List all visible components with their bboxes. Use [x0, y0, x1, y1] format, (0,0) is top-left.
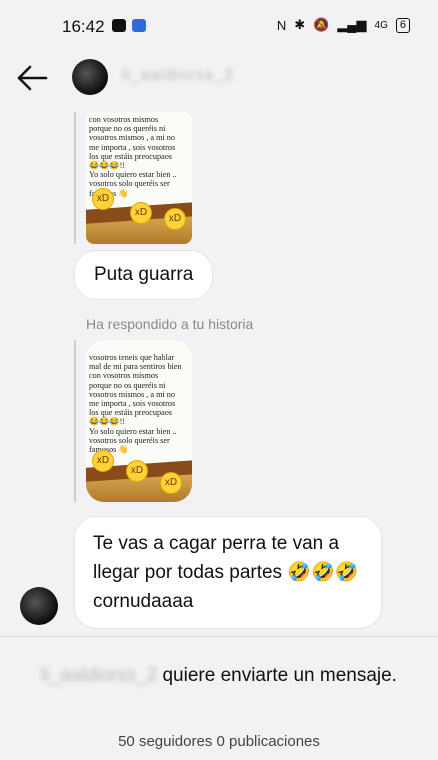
replied-to-story-label: Ha respondido a tu historia: [86, 316, 254, 332]
signal-icon: ▂▄▆: [337, 17, 367, 32]
bluetooth-icon: ✱: [294, 17, 306, 32]
story-thumbnail[interactable]: con vosotros mismos porque no os queréis…: [86, 112, 192, 244]
status-bar: 16:42 N ✱ 🔕 ▂▄▆ 4G 6: [0, 0, 438, 52]
sender-avatar[interactable]: [20, 587, 58, 625]
story-reply[interactable]: con vosotros mismos porque no os queréis…: [74, 112, 192, 244]
message-request-text: li_aaldiorss_2 quiere enviarte un mensaj…: [0, 660, 438, 692]
status-time: 16:42: [62, 17, 105, 36]
chat-username[interactable]: li_aaldiorss_2: [122, 67, 234, 85]
signal-4g-icon: 4G: [374, 19, 388, 31]
laughing-emoji-icon: xD: [92, 450, 114, 472]
story-reply[interactable]: vosotros teneis que hablar mal de mi par…: [74, 340, 192, 502]
youtube-icon: [112, 19, 126, 32]
story-thumbnail[interactable]: vosotros teneis que hablar mal de mi par…: [86, 340, 192, 502]
nfc-icon: N: [276, 17, 287, 33]
message-bubble[interactable]: Puta guarra: [74, 250, 214, 300]
laughing-emoji-icon: xD: [160, 472, 182, 494]
message-text: Puta guarra: [94, 264, 194, 285]
laughing-emoji-icon: xD: [164, 208, 186, 230]
story-text: vosotros teneis que hablar mal de mi par…: [89, 353, 182, 455]
app-notification-icon: [132, 19, 146, 32]
back-arrow-icon[interactable]: [16, 64, 48, 97]
laughing-emoji-icon: xD: [92, 188, 114, 210]
message-text: Te vas a cagar perra te van a llegar por…: [93, 533, 359, 612]
laughing-emoji-icon: xD: [126, 460, 148, 482]
request-text: quiere enviarte un mensaje.: [162, 665, 397, 686]
message-bubble[interactable]: Te vas a cagar perra te van a llegar por…: [74, 516, 382, 629]
chat-header: li_aaldiorss_2: [0, 52, 438, 104]
laughing-emoji-icon: xD: [130, 202, 152, 224]
avatar[interactable]: [72, 59, 108, 95]
profile-counts: 50 seguidores 0 publicaciones: [118, 733, 320, 750]
status-icons: N ✱ 🔕 ▂▄▆ 4G 6: [277, 17, 410, 33]
divider: [0, 636, 438, 637]
mute-icon: 🔕: [313, 17, 330, 32]
battery-icon: 6: [395, 17, 410, 33]
requester-username: li_aaldiorss_2: [41, 665, 158, 686]
